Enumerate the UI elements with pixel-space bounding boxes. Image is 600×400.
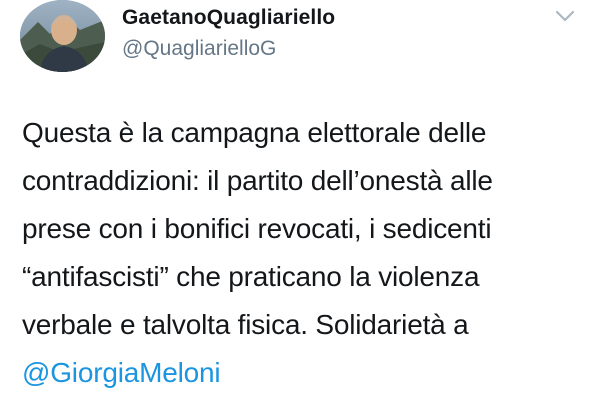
chevron-down-icon[interactable] [554, 8, 576, 24]
tweet-card: GaetanoQuagliariello @QuagliarielloG Que… [0, 0, 600, 400]
tweet-text-line: contraddizioni: il partito dell’onestà a… [22, 165, 493, 196]
mention-link[interactable]: @GiorgiaMeloni [22, 349, 592, 397]
profile-photo-icon [20, 0, 105, 72]
tweet-text-line: Questa è la campagna elettorale delle [22, 117, 487, 148]
tweet-text-line: verbale e talvolta fisica. Solidarietà a [22, 309, 469, 340]
display-name[interactable]: GaetanoQuagliariello [122, 6, 335, 30]
avatar[interactable] [20, 0, 105, 72]
tweet-text: Questa è la campagna elettorale delle co… [22, 109, 592, 397]
user-handle[interactable]: @QuagliarielloG [122, 37, 276, 61]
tweet-text-line: prese con i bonifici revocati, i sedicen… [22, 213, 492, 244]
tweet-text-line: “antifascisti” che praticano la violenza [22, 261, 480, 292]
